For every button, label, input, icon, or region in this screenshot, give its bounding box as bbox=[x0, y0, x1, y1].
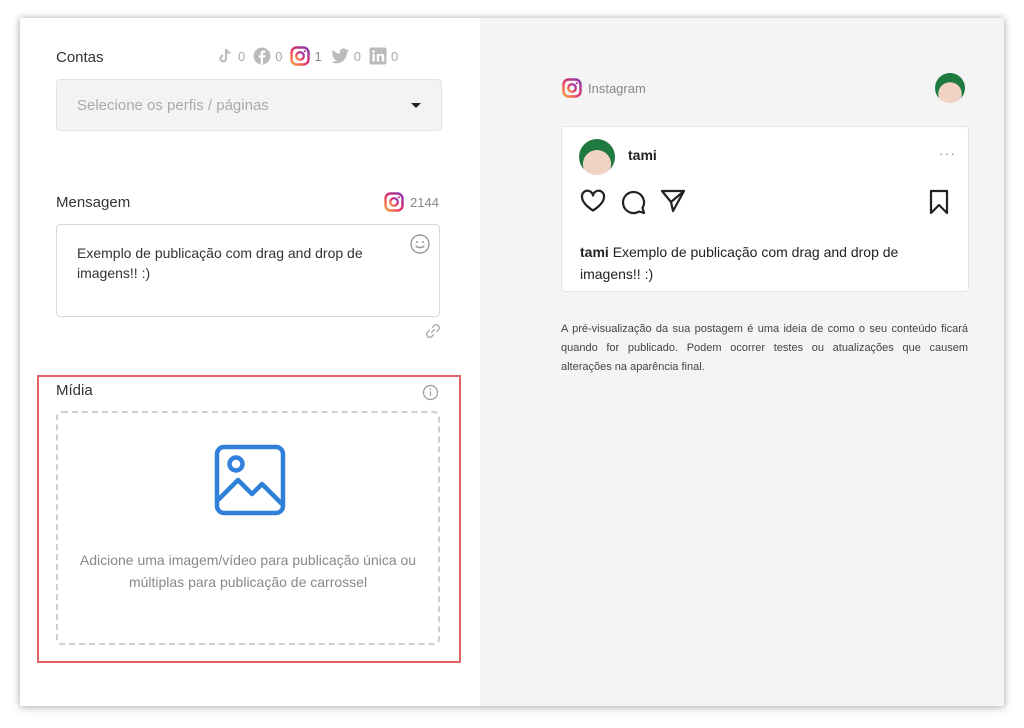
instagram-icon bbox=[384, 192, 404, 212]
preview-network: Instagram bbox=[562, 78, 646, 98]
network-twitter[interactable]: 0 bbox=[330, 47, 361, 65]
profiles-select-placeholder: Selecione os perfis / páginas bbox=[77, 96, 269, 114]
post-username: tami bbox=[628, 147, 657, 163]
network-counters: 0 0 1 0 0 bbox=[216, 46, 398, 66]
network-linkedin[interactable]: 0 bbox=[369, 47, 398, 65]
network-instagram[interactable]: 1 bbox=[290, 46, 322, 66]
post-avatar bbox=[579, 139, 615, 175]
chevron-down-icon bbox=[411, 102, 421, 108]
instagram-count: 1 bbox=[314, 48, 322, 64]
image-icon bbox=[214, 444, 286, 516]
message-char-counter: 2144 bbox=[384, 192, 439, 212]
char-count: 2144 bbox=[410, 194, 439, 210]
tiktok-icon bbox=[219, 48, 231, 63]
share-icon[interactable] bbox=[660, 189, 686, 213]
instagram-icon bbox=[290, 46, 311, 66]
caption-text: Exemplo de publicação com drag and drop … bbox=[580, 244, 899, 282]
bookmark-icon[interactable] bbox=[928, 189, 950, 215]
accounts-label: Contas bbox=[56, 49, 104, 66]
preview-network-label: Instagram bbox=[588, 80, 646, 96]
more-options-icon[interactable]: ··· bbox=[939, 145, 956, 161]
media-label: Mídia bbox=[56, 382, 93, 399]
instagram-post-preview: tami ··· tami Exemplo de publicação com … bbox=[561, 126, 969, 292]
facebook-icon bbox=[253, 47, 271, 65]
preview-panel: Instagram tami ··· tami Exemplo de publi… bbox=[480, 18, 1004, 706]
twitter-count: 0 bbox=[353, 48, 361, 64]
post-editor-window: Contas 0 0 1 0 0 Selecione os perfis / p… bbox=[20, 18, 1004, 706]
heart-icon[interactable] bbox=[580, 189, 606, 213]
message-textarea[interactable]: Exemplo de publicação com drag and drop … bbox=[56, 224, 440, 317]
profiles-select[interactable]: Selecione os perfis / páginas bbox=[56, 79, 442, 131]
linkedin-icon bbox=[369, 47, 387, 65]
post-caption: tami Exemplo de publicação com drag and … bbox=[580, 241, 928, 285]
caption-username: tami bbox=[580, 244, 609, 260]
message-text: Exemplo de publicação com drag and drop … bbox=[77, 245, 363, 281]
preview-disclaimer: A pré-visualização da sua postagem é uma… bbox=[561, 323, 968, 373]
network-tiktok[interactable]: 0 bbox=[216, 47, 245, 65]
info-icon[interactable] bbox=[422, 384, 439, 401]
editor-panel: Contas 0 0 1 0 0 Selecione os perfis / p… bbox=[20, 18, 480, 706]
comment-icon[interactable] bbox=[620, 189, 646, 215]
emoji-icon[interactable] bbox=[409, 233, 431, 255]
media-dropzone[interactable]: Adicione uma imagem/vídeo para publicaçã… bbox=[56, 411, 440, 645]
instagram-icon bbox=[562, 78, 582, 98]
link-icon[interactable] bbox=[424, 322, 442, 340]
network-facebook[interactable]: 0 bbox=[253, 47, 282, 65]
twitter-icon bbox=[330, 48, 349, 64]
facebook-count: 0 bbox=[275, 48, 283, 64]
message-label: Mensagem bbox=[56, 194, 131, 211]
linkedin-count: 0 bbox=[390, 48, 399, 64]
post-actions bbox=[580, 189, 950, 215]
tiktok-count: 0 bbox=[238, 48, 246, 64]
dropzone-text: Adicione uma imagem/vídeo para publicaçã… bbox=[79, 552, 417, 590]
avatar[interactable] bbox=[935, 73, 965, 103]
